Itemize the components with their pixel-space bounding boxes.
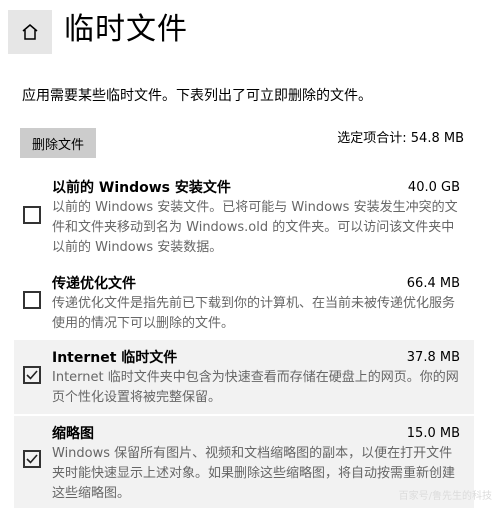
item-name: 以前的 Windows 安装文件 xyxy=(52,180,231,196)
selected-total: 选定项合计: 54.8 MB xyxy=(337,131,464,146)
item-description: Internet 临时文件夹中包含为快速查看而存储在硬盘上的网页。你的网页个性化… xyxy=(52,370,459,405)
list-item[interactable]: 以前的 Windows 安装文件 40.0 GB 以前的 Windows 安装文… xyxy=(14,170,474,260)
item-size: 37.8 MB xyxy=(406,350,460,365)
checkmark-icon xyxy=(26,370,38,380)
checkmark-icon xyxy=(26,454,38,464)
item-size: 15.0 MB xyxy=(406,426,460,441)
item-checkbox[interactable] xyxy=(23,366,41,384)
list-item[interactable]: Internet 临时文件 37.8 MB Internet 临时文件夹中包含为… xyxy=(14,340,474,414)
home-button[interactable] xyxy=(8,10,52,54)
item-size: 66.4 MB xyxy=(406,276,460,291)
item-name: Internet 临时文件 xyxy=(52,350,178,366)
item-description: 以前的 Windows 安装文件。已将可能与 Windows 安装发生冲突的文件… xyxy=(52,200,458,255)
item-checkbox[interactable] xyxy=(23,450,41,468)
list-item[interactable]: 传递优化文件 66.4 MB 传递优化文件是指先前已下载到你的计算机、在当前未被… xyxy=(14,266,474,336)
page-title: 临时文件 xyxy=(64,12,188,47)
watermark: 百家号/鲁先生的科技 xyxy=(398,491,492,502)
item-size: 40.0 GB xyxy=(407,180,460,195)
delete-files-button[interactable]: 删除文件 xyxy=(20,128,96,158)
item-description: 传递优化文件是指先前已下载到你的计算机、在当前未被传递优化服务使用的情况下可以删… xyxy=(52,296,456,331)
item-checkbox[interactable] xyxy=(23,291,41,309)
item-checkbox[interactable] xyxy=(23,206,41,224)
page-description: 应用需要某些临时文件。下表列出了可立即删除的文件。 xyxy=(22,88,372,104)
item-name: 传递优化文件 xyxy=(52,276,136,292)
home-icon xyxy=(22,24,38,40)
item-name: 缩略图 xyxy=(52,426,94,442)
